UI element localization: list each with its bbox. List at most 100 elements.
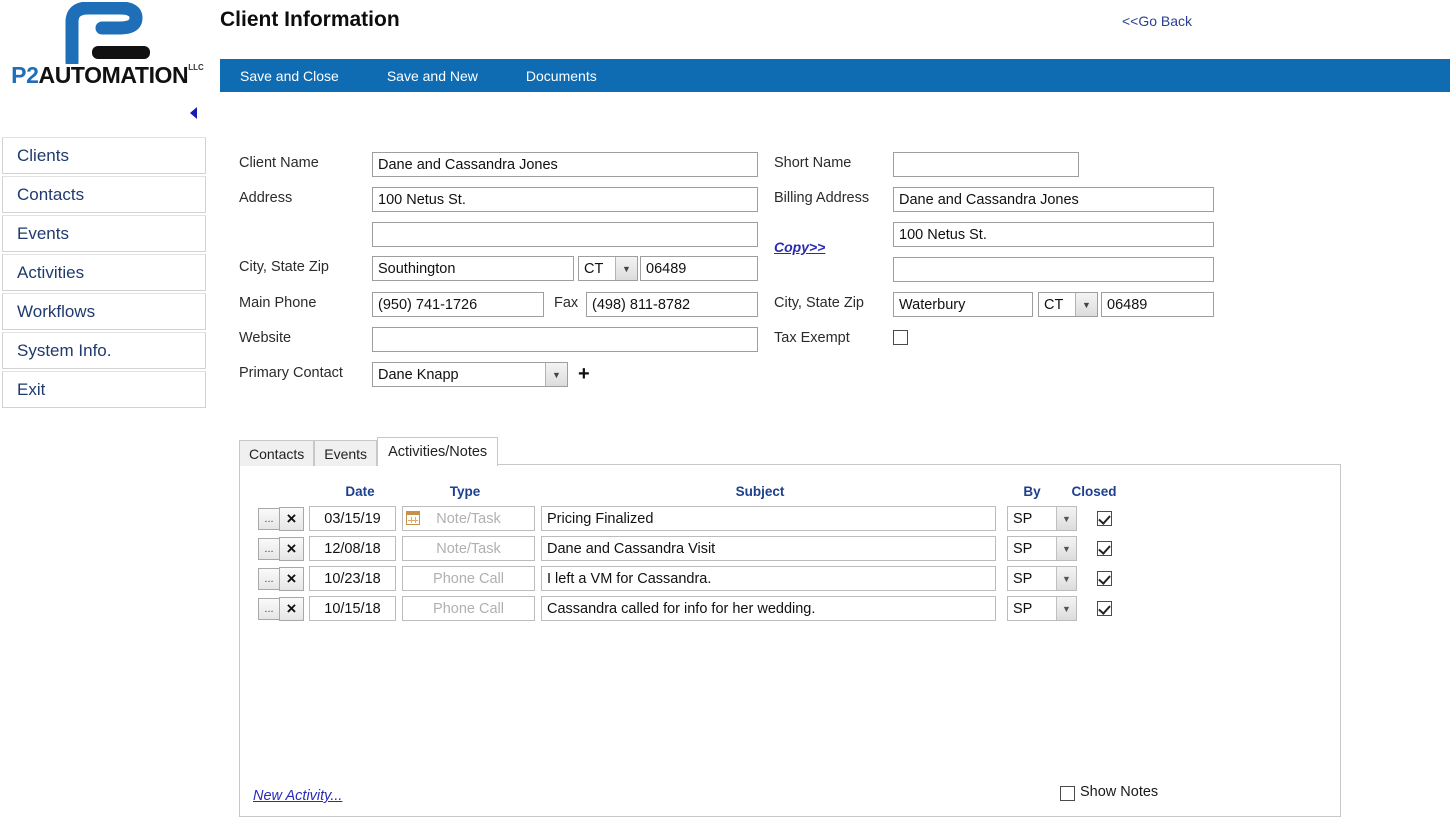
state-select-value: CT (584, 260, 604, 277)
row-subject-input[interactable]: I left a VM for Cassandra. (541, 566, 996, 591)
billing-state-value: CT (1044, 296, 1064, 313)
website-label: Website (239, 330, 292, 346)
row-date-input[interactable]: 12/08/18 (309, 536, 396, 561)
sidebar-item-label: Exit (17, 379, 46, 399)
row-by-select[interactable]: SP ▼ (1007, 506, 1077, 531)
row-type-input[interactable]: Note/Task (402, 536, 535, 561)
show-notes-label: Show Notes (1080, 784, 1159, 800)
row-type-input[interactable]: Note/Task (402, 506, 535, 531)
go-back-link[interactable]: <<Go Back (1122, 13, 1192, 29)
row-type-value: Note/Task (436, 510, 501, 527)
short-name-label: Short Name (774, 155, 852, 171)
row-by-value: SP (1013, 570, 1033, 587)
new-activity-link[interactable]: New Activity... (253, 788, 342, 804)
chevron-down-icon: ▼ (1056, 507, 1076, 530)
row-type-input[interactable]: Phone Call (402, 566, 535, 591)
sidebar-item-clients[interactable]: Clients (2, 137, 206, 174)
billing-city-input[interactable]: Waterbury (893, 292, 1033, 317)
row-subject-input[interactable]: Cassandra called for info for her weddin… (541, 596, 996, 621)
billing-address-label: Billing Address (774, 190, 870, 206)
sidebar-item-label: Clients (17, 145, 69, 165)
row-by-value: SP (1013, 600, 1033, 617)
tax-exempt-checkbox[interactable] (893, 330, 908, 345)
main-phone-input[interactable]: (950) 741-1726 (372, 292, 544, 317)
primary-contact-value: Dane Knapp (378, 366, 459, 383)
sidebar-item-events[interactable]: Events (2, 215, 206, 252)
client-name-input[interactable]: Dane and Cassandra Jones (372, 152, 758, 177)
row-date-input[interactable]: 10/15/18 (309, 596, 396, 621)
brand-tm: LLC (188, 63, 204, 72)
row-date-input[interactable]: 10/23/18 (309, 566, 396, 591)
row-closed-checkbox[interactable] (1097, 541, 1112, 556)
website-input[interactable] (372, 327, 758, 352)
sidebar-item-label: Activities (17, 262, 85, 282)
tab-bar: Contacts Events Activities/Notes (239, 437, 499, 466)
row-type-value: Phone Call (433, 570, 504, 587)
row-type-value: Phone Call (433, 600, 504, 617)
sidebar-item-contacts[interactable]: Contacts (2, 176, 206, 213)
table-row: ... × 03/15/19 Note/Task Pricing Finaliz… (258, 506, 1112, 531)
row-menu-button[interactable]: ... (258, 507, 280, 530)
plus-icon[interactable]: + (578, 364, 590, 384)
billing-line3-input[interactable] (893, 257, 1214, 282)
row-by-select[interactable]: SP ▼ (1007, 566, 1077, 591)
fax-input[interactable]: (498) 811-8782 (586, 292, 758, 317)
sidebar-item-label: Contacts (17, 184, 85, 204)
row-subject-input[interactable]: Pricing Finalized (541, 506, 996, 531)
zip-input[interactable]: 06489 (640, 256, 758, 281)
row-by-value: SP (1013, 540, 1033, 557)
sidebar-item-label: Workflows (17, 301, 96, 321)
collapse-left-arrow-icon[interactable] (190, 107, 197, 119)
row-subject-input[interactable]: Dane and Cassandra Visit (541, 536, 996, 561)
copy-address-link[interactable]: Copy>> (774, 239, 825, 255)
row-date-input[interactable]: 03/15/19 (309, 506, 396, 531)
show-notes-checkbox[interactable] (1060, 786, 1075, 801)
row-delete-button[interactable]: × (279, 536, 304, 561)
brand-wordmark: P2AUTOMATIONLLC (10, 62, 205, 89)
column-header-subject: Subject (735, 484, 785, 499)
p2-logo-mark-icon (65, 2, 150, 64)
row-by-select[interactable]: SP ▼ (1007, 536, 1077, 561)
sidebar-item-exit[interactable]: Exit (2, 371, 206, 408)
billing-zip-input[interactable]: 06489 (1101, 292, 1214, 317)
state-select[interactable]: CT ▼ (578, 256, 638, 281)
documents-button[interactable]: Documents (502, 68, 621, 84)
sidebar-item-workflows[interactable]: Workflows (2, 293, 206, 330)
brand-logo: P2AUTOMATIONLLC (0, 0, 210, 96)
city-input[interactable]: Southington (372, 256, 574, 281)
address-line1-input[interactable]: 100 Netus St. (372, 187, 758, 212)
chevron-down-icon: ▼ (1075, 293, 1097, 316)
row-delete-button[interactable]: × (279, 506, 304, 531)
tab-activities-notes[interactable]: Activities/Notes (377, 437, 499, 466)
save-and-close-button[interactable]: Save and Close (220, 68, 363, 84)
billing-state-select[interactable]: CT ▼ (1038, 292, 1098, 317)
address-line2-input[interactable] (372, 222, 758, 247)
chevron-down-icon: ▼ (1056, 567, 1076, 590)
table-row: ... × 12/08/18 Note/Task Dane and Cassan… (258, 536, 1112, 561)
billing-line2-input[interactable]: 100 Netus St. (893, 222, 1214, 247)
sidebar-item-system-info[interactable]: System Info. (2, 332, 206, 369)
row-menu-button[interactable]: ... (258, 537, 280, 560)
row-by-value: SP (1013, 510, 1033, 527)
billing-line1-input[interactable]: Dane and Cassandra Jones (893, 187, 1214, 212)
sidebar-item-activities[interactable]: Activities (2, 254, 206, 291)
address-label: Address (239, 190, 293, 206)
row-by-select[interactable]: SP ▼ (1007, 596, 1077, 621)
row-menu-button[interactable]: ... (258, 567, 280, 590)
row-delete-button[interactable]: × (279, 596, 304, 621)
main-phone-label: Main Phone (239, 295, 317, 311)
sidebar-nav: Clients Contacts Events Activities Workf… (2, 137, 206, 408)
row-type-input[interactable]: Phone Call (402, 596, 535, 621)
primary-contact-select[interactable]: Dane Knapp ▼ (372, 362, 568, 387)
billing-city-state-zip-label: City, State Zip (774, 295, 864, 311)
tab-events[interactable]: Events (314, 440, 378, 466)
row-menu-button[interactable]: ... (258, 597, 280, 620)
row-delete-button[interactable]: × (279, 566, 304, 591)
row-closed-checkbox[interactable] (1097, 601, 1112, 616)
row-closed-checkbox[interactable] (1097, 511, 1112, 526)
primary-contact-label: Primary Contact (239, 365, 343, 381)
row-closed-checkbox[interactable] (1097, 571, 1112, 586)
short-name-input[interactable] (893, 152, 1079, 177)
tab-contacts[interactable]: Contacts (239, 440, 315, 466)
save-and-new-button[interactable]: Save and New (363, 68, 502, 84)
